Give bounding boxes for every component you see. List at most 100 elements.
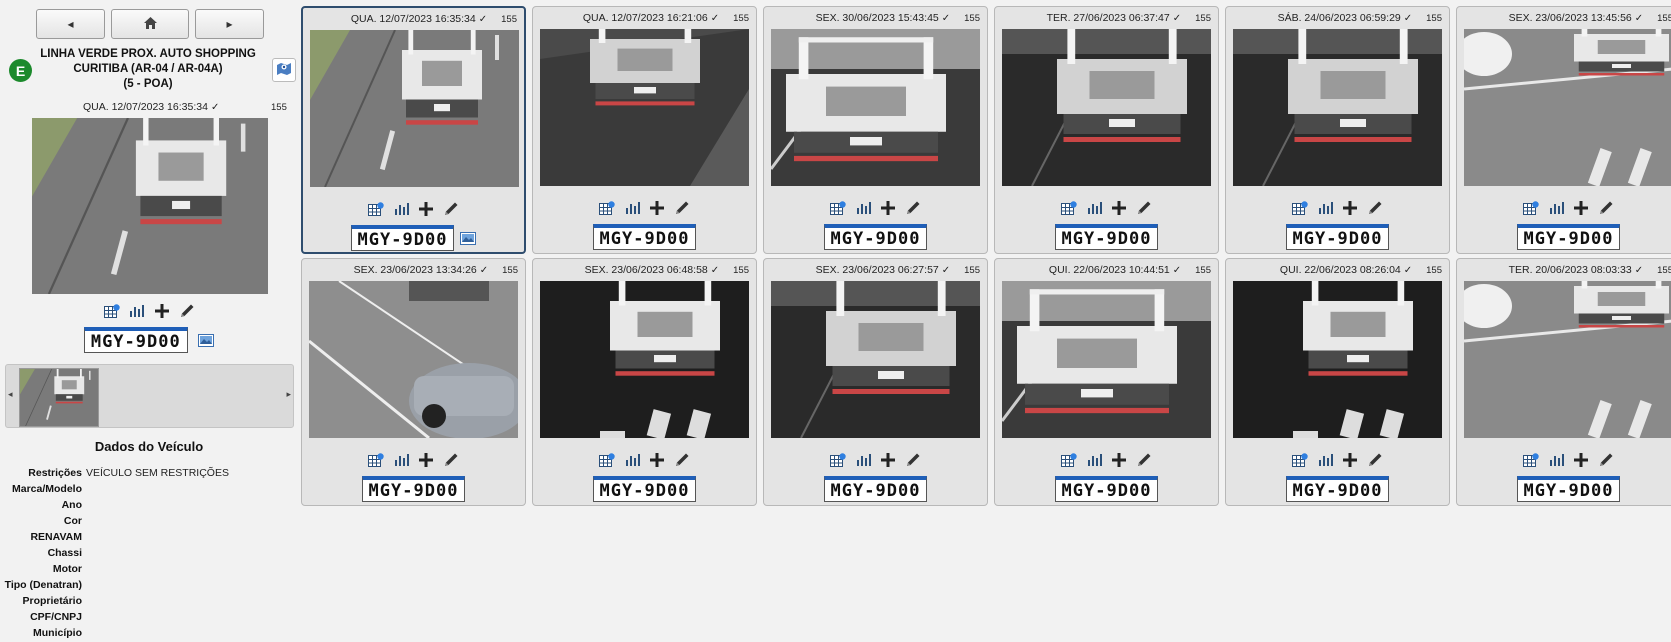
capture-card[interactable]: SEX. 30/06/2023 15:43:45 ✓ 155 MGY-9D00 [763, 6, 988, 254]
strip-right-arrow[interactable]: ▸ [286, 389, 291, 400]
capture-image[interactable] [540, 29, 749, 186]
license-plate[interactable]: MGY-9D00 [1516, 476, 1621, 502]
map-button[interactable] [272, 58, 296, 82]
chart-icon[interactable] [1086, 200, 1102, 216]
plus-icon[interactable] [649, 452, 665, 468]
grid-icon[interactable] [1523, 452, 1539, 468]
pen-icon[interactable] [443, 201, 459, 217]
plus-icon[interactable] [418, 201, 434, 217]
capture-image[interactable] [1464, 281, 1671, 438]
forward-button[interactable]: ▸ [195, 9, 264, 39]
pen-icon[interactable] [905, 200, 921, 216]
capture-card[interactable]: QUA. 12/07/2023 16:35:34 ✓ 155 MGY-9D00 [301, 6, 526, 254]
pen-icon[interactable] [1367, 200, 1383, 216]
pen-icon[interactable] [905, 452, 921, 468]
capture-image[interactable] [540, 281, 749, 438]
chart-icon[interactable] [624, 200, 640, 216]
plus-icon[interactable] [649, 200, 665, 216]
chart-icon[interactable] [1548, 200, 1564, 216]
selected-camera-image[interactable] [32, 118, 268, 294]
strip-thumbnail[interactable] [19, 368, 99, 427]
pen-icon[interactable] [1598, 200, 1614, 216]
license-plate[interactable]: MGY-9D00 [1054, 476, 1159, 502]
chart-icon[interactable] [1548, 452, 1564, 468]
plus-icon[interactable] [1111, 452, 1127, 468]
home-button[interactable] [111, 9, 189, 39]
grid-icon[interactable] [1292, 452, 1308, 468]
plus-icon[interactable] [1342, 452, 1358, 468]
grid-icon[interactable] [599, 200, 615, 216]
grid-icon[interactable] [830, 200, 846, 216]
capture-card[interactable]: SÁB. 24/06/2023 06:59:29 ✓ 155 MGY-9D00 [1225, 6, 1450, 254]
license-plate[interactable]: MGY-9D00 [823, 476, 928, 502]
capture-card[interactable]: SEX. 23/06/2023 06:27:57 ✓ 155 MGY-9D00 [763, 258, 988, 506]
photo-icon[interactable] [460, 231, 477, 250]
capture-card[interactable]: QUI. 22/06/2023 08:26:04 ✓ 155 MGY-9D00 [1225, 258, 1450, 506]
license-plate[interactable]: MGY-9D00 [592, 224, 697, 250]
license-plate[interactable]: MGY-9D00 [83, 327, 188, 353]
capture-card[interactable]: SEX. 23/06/2023 13:45:56 ✓ 155 MGY-9D00 [1456, 6, 1671, 254]
pen-icon[interactable] [1136, 200, 1152, 216]
capture-card[interactable]: TER. 27/06/2023 06:37:47 ✓ 155 MGY-9D00 [994, 6, 1219, 254]
grid-icon[interactable] [1292, 200, 1308, 216]
license-plate[interactable]: MGY-9D00 [823, 224, 928, 250]
plus-icon[interactable] [880, 452, 896, 468]
plus-icon[interactable] [880, 200, 896, 216]
plus-icon[interactable] [1573, 452, 1589, 468]
grid-icon[interactable] [830, 452, 846, 468]
capture-image[interactable] [309, 281, 518, 438]
capture-image[interactable] [1233, 29, 1442, 186]
plus-icon[interactable] [1342, 200, 1358, 216]
grid-icon[interactable] [368, 452, 384, 468]
chart-icon[interactable] [393, 201, 409, 217]
license-plate[interactable]: MGY-9D00 [350, 225, 455, 251]
capture-card[interactable]: SEX. 23/06/2023 13:34:26 ✓ 155 MGY-9D00 [301, 258, 526, 506]
license-plate[interactable]: MGY-9D00 [592, 476, 697, 502]
plus-icon[interactable] [1573, 200, 1589, 216]
capture-image[interactable] [771, 281, 980, 438]
photo-icon[interactable] [198, 333, 215, 352]
capture-image[interactable] [1002, 29, 1211, 186]
chart-icon[interactable] [855, 200, 871, 216]
chart-icon[interactable] [1317, 200, 1333, 216]
pen-icon[interactable] [1367, 452, 1383, 468]
pen-icon[interactable] [1598, 452, 1614, 468]
grid-icon[interactable] [368, 201, 384, 217]
grid-icon[interactable] [1061, 200, 1077, 216]
license-plate[interactable]: MGY-9D00 [1285, 476, 1390, 502]
chart-icon[interactable] [129, 303, 145, 319]
pen-icon[interactable] [674, 200, 690, 216]
capture-image[interactable] [1233, 281, 1442, 438]
license-plate[interactable]: MGY-9D00 [361, 476, 466, 502]
back-button[interactable]: ◂ [36, 9, 105, 39]
capture-image[interactable] [310, 30, 519, 187]
pen-icon[interactable] [443, 452, 459, 468]
pen-icon[interactable] [1136, 452, 1152, 468]
capture-timestamp: QUI. 22/06/2023 10:44:51 ✓ [1049, 264, 1181, 276]
strip-left-arrow[interactable]: ◂ [8, 389, 13, 400]
grid-icon[interactable] [599, 452, 615, 468]
grid-icon[interactable] [103, 303, 120, 319]
plus-icon[interactable] [1111, 200, 1127, 216]
capture-card[interactable]: QUA. 12/07/2023 16:21:06 ✓ 155 MGY-9D00 [532, 6, 757, 254]
chart-icon[interactable] [1086, 452, 1102, 468]
plus-icon[interactable] [154, 303, 170, 319]
chart-icon[interactable] [393, 452, 409, 468]
license-plate[interactable]: MGY-9D00 [1285, 224, 1390, 250]
capture-image[interactable] [771, 29, 980, 186]
capture-image[interactable] [1002, 281, 1211, 438]
capture-card[interactable]: TER. 20/06/2023 08:03:33 ✓ 155 MGY-9D00 [1456, 258, 1671, 506]
grid-icon[interactable] [1523, 200, 1539, 216]
pen-icon[interactable] [674, 452, 690, 468]
license-plate[interactable]: MGY-9D00 [1516, 224, 1621, 250]
capture-image[interactable] [1464, 29, 1671, 186]
capture-card[interactable]: QUI. 22/06/2023 10:44:51 ✓ 155 MGY-9D00 [994, 258, 1219, 506]
chart-icon[interactable] [855, 452, 871, 468]
license-plate[interactable]: MGY-9D00 [1054, 224, 1159, 250]
grid-icon[interactable] [1061, 452, 1077, 468]
capture-card[interactable]: SEX. 23/06/2023 06:48:58 ✓ 155 MGY-9D00 [532, 258, 757, 506]
chart-icon[interactable] [1317, 452, 1333, 468]
plus-icon[interactable] [418, 452, 434, 468]
pen-icon[interactable] [179, 303, 195, 319]
chart-icon[interactable] [624, 452, 640, 468]
